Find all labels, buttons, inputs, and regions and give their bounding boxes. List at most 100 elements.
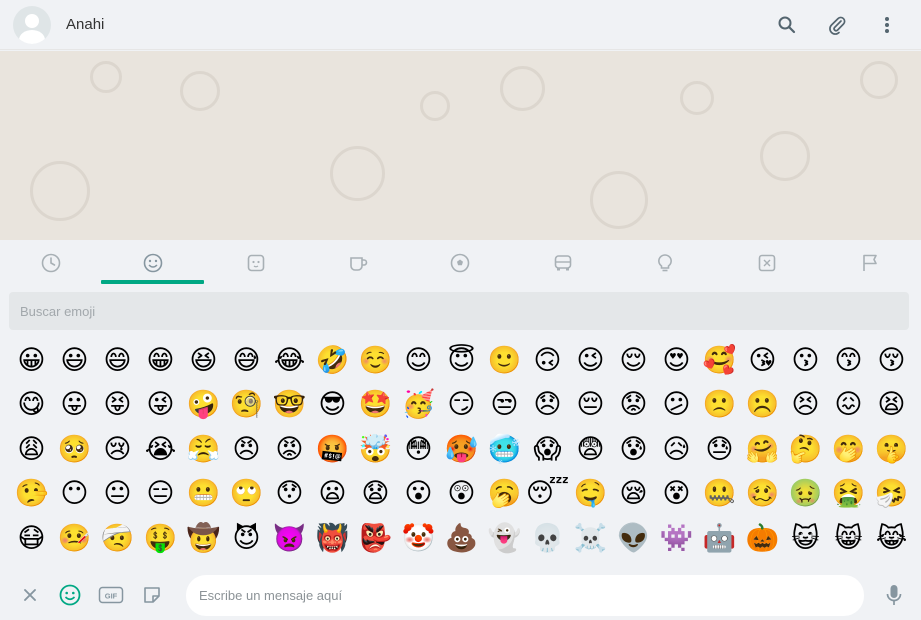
emoji-item[interactable]: 🥱 (483, 472, 526, 516)
emoji-item[interactable]: 😵 (655, 472, 698, 516)
emoji-item[interactable]: ☹️ (741, 383, 784, 427)
emoji-item[interactable]: 🥺 (53, 427, 96, 471)
emoji-item[interactable]: 💀 (526, 516, 569, 560)
emoji-item[interactable]: 😆 (182, 338, 225, 382)
emoji-item[interactable]: 😢 (96, 427, 139, 471)
emoji-item[interactable]: 🤕 (96, 516, 139, 560)
emoji-item[interactable]: 😷 (10, 516, 53, 560)
emoji-item[interactable]: 😶 (53, 472, 96, 516)
emoji-item[interactable]: 😊 (397, 338, 440, 382)
emoji-item[interactable]: 🥴 (741, 472, 784, 516)
emoji-item[interactable]: 😪 (612, 472, 655, 516)
emoji-item[interactable]: 🥳 (397, 383, 440, 427)
emoji-item[interactable]: 😴 (526, 472, 569, 516)
emoji-item[interactable]: 🤫 (870, 427, 913, 471)
gif-button[interactable]: GIF (97, 582, 125, 608)
emoji-item[interactable]: 😝 (96, 383, 139, 427)
emoji-item[interactable]: ☺️ (354, 338, 397, 382)
emoji-item[interactable]: 🤐 (698, 472, 741, 516)
emoji-item[interactable]: 😖 (827, 383, 870, 427)
emoji-item[interactable]: 👹 (311, 516, 354, 560)
emoji-item[interactable]: 👽 (612, 516, 655, 560)
emoji-item[interactable]: 😱 (526, 427, 569, 471)
tab-objects[interactable] (614, 240, 716, 286)
emoji-item[interactable]: 🧐 (225, 383, 268, 427)
menu-icon[interactable] (873, 11, 901, 39)
close-icon[interactable] (17, 582, 43, 608)
emoji-item[interactable]: 😋 (10, 383, 53, 427)
tab-travel[interactable] (512, 240, 614, 286)
emoji-item[interactable]: 😐 (96, 472, 139, 516)
emoji-item[interactable]: 👿 (268, 516, 311, 560)
emoji-item[interactable]: 🤖 (698, 516, 741, 560)
emoji-item[interactable]: 😑 (139, 472, 182, 516)
emoji-item[interactable]: 😩 (10, 427, 53, 471)
emoji-item[interactable]: 😎 (311, 383, 354, 427)
emoji-item[interactable]: 😃 (53, 338, 96, 382)
tab-animals[interactable] (205, 240, 307, 286)
emoji-item[interactable]: 😂 (268, 338, 311, 382)
search-icon[interactable] (773, 11, 801, 39)
emoji-item[interactable]: 🤓 (268, 383, 311, 427)
emoji-item[interactable]: 😍 (655, 338, 698, 382)
emoji-item[interactable]: 🤩 (354, 383, 397, 427)
emoji-item[interactable]: 😁 (139, 338, 182, 382)
emoji-item[interactable]: 😤 (182, 427, 225, 471)
emoji-item[interactable]: 🤒 (53, 516, 96, 560)
emoji-item[interactable]: 😙 (827, 338, 870, 382)
emoji-item[interactable]: 😉 (569, 338, 612, 382)
emoji-item[interactable]: 🥰 (698, 338, 741, 382)
emoji-item[interactable]: 😫 (870, 383, 913, 427)
emoji-item[interactable]: 😲 (440, 472, 483, 516)
emoji-item[interactable]: 😇 (440, 338, 483, 382)
emoji-item[interactable]: 😸 (827, 516, 870, 560)
emoji-item[interactable]: 😌 (612, 338, 655, 382)
contact-name[interactable]: Anahi (66, 16, 104, 33)
emoji-item[interactable]: 😭 (139, 427, 182, 471)
emoji-item[interactable]: 😮 (397, 472, 440, 516)
emoji-item[interactable]: 🎃 (741, 516, 784, 560)
tab-flags[interactable] (819, 240, 921, 286)
emoji-item[interactable]: 🤔 (784, 427, 827, 471)
tab-food[interactable] (307, 240, 409, 286)
sticker-icon[interactable] (139, 582, 165, 608)
emoji-item[interactable]: 🤢 (784, 472, 827, 516)
emoji-item[interactable]: 😨 (569, 427, 612, 471)
emoji-item[interactable]: 😈 (225, 516, 268, 560)
emoji-item[interactable]: 🤮 (827, 472, 870, 516)
emoji-item[interactable]: 😥 (655, 427, 698, 471)
emoji-item[interactable]: 🙂 (483, 338, 526, 382)
emoji-item[interactable]: 😦 (311, 472, 354, 516)
microphone-icon[interactable] (881, 582, 907, 608)
emoji-item[interactable]: 😡 (268, 427, 311, 471)
emoji-item[interactable]: 🥵 (440, 427, 483, 471)
emoji-item[interactable]: ☠️ (569, 516, 612, 560)
emoji-item[interactable]: 😘 (741, 338, 784, 382)
emoji-item[interactable]: 😯 (268, 472, 311, 516)
emoji-item[interactable]: 🤥 (10, 472, 53, 516)
emoji-item[interactable]: 😟 (612, 383, 655, 427)
emoji-item[interactable]: 🤪 (182, 383, 225, 427)
emoji-item[interactable]: 😔 (569, 383, 612, 427)
avatar[interactable] (13, 5, 51, 44)
attach-icon[interactable] (823, 11, 851, 39)
emoji-item[interactable]: 🤣 (311, 338, 354, 382)
emoji-item[interactable]: 😕 (655, 383, 698, 427)
emoji-item[interactable]: 🙄 (225, 472, 268, 516)
emoji-item[interactable]: 😅 (225, 338, 268, 382)
emoji-item[interactable]: 😳 (397, 427, 440, 471)
message-input[interactable] (186, 575, 864, 616)
emoji-item[interactable]: 🤧 (870, 472, 913, 516)
emoji-item[interactable]: 🤤 (569, 472, 612, 516)
emoji-item[interactable]: 😚 (870, 338, 913, 382)
tab-activity[interactable] (409, 240, 511, 286)
emoji-search-input[interactable]: Buscar emoji (9, 292, 909, 330)
emoji-item[interactable]: 😛 (53, 383, 96, 427)
emoji-item[interactable]: 👾 (655, 516, 698, 560)
emoji-item[interactable]: 💩 (440, 516, 483, 560)
emoji-item[interactable]: 😣 (784, 383, 827, 427)
tab-symbols[interactable] (716, 240, 818, 286)
emoji-item[interactable]: 😧 (354, 472, 397, 516)
emoji-item[interactable]: 🤭 (827, 427, 870, 471)
emoji-toggle-icon[interactable] (57, 582, 83, 608)
